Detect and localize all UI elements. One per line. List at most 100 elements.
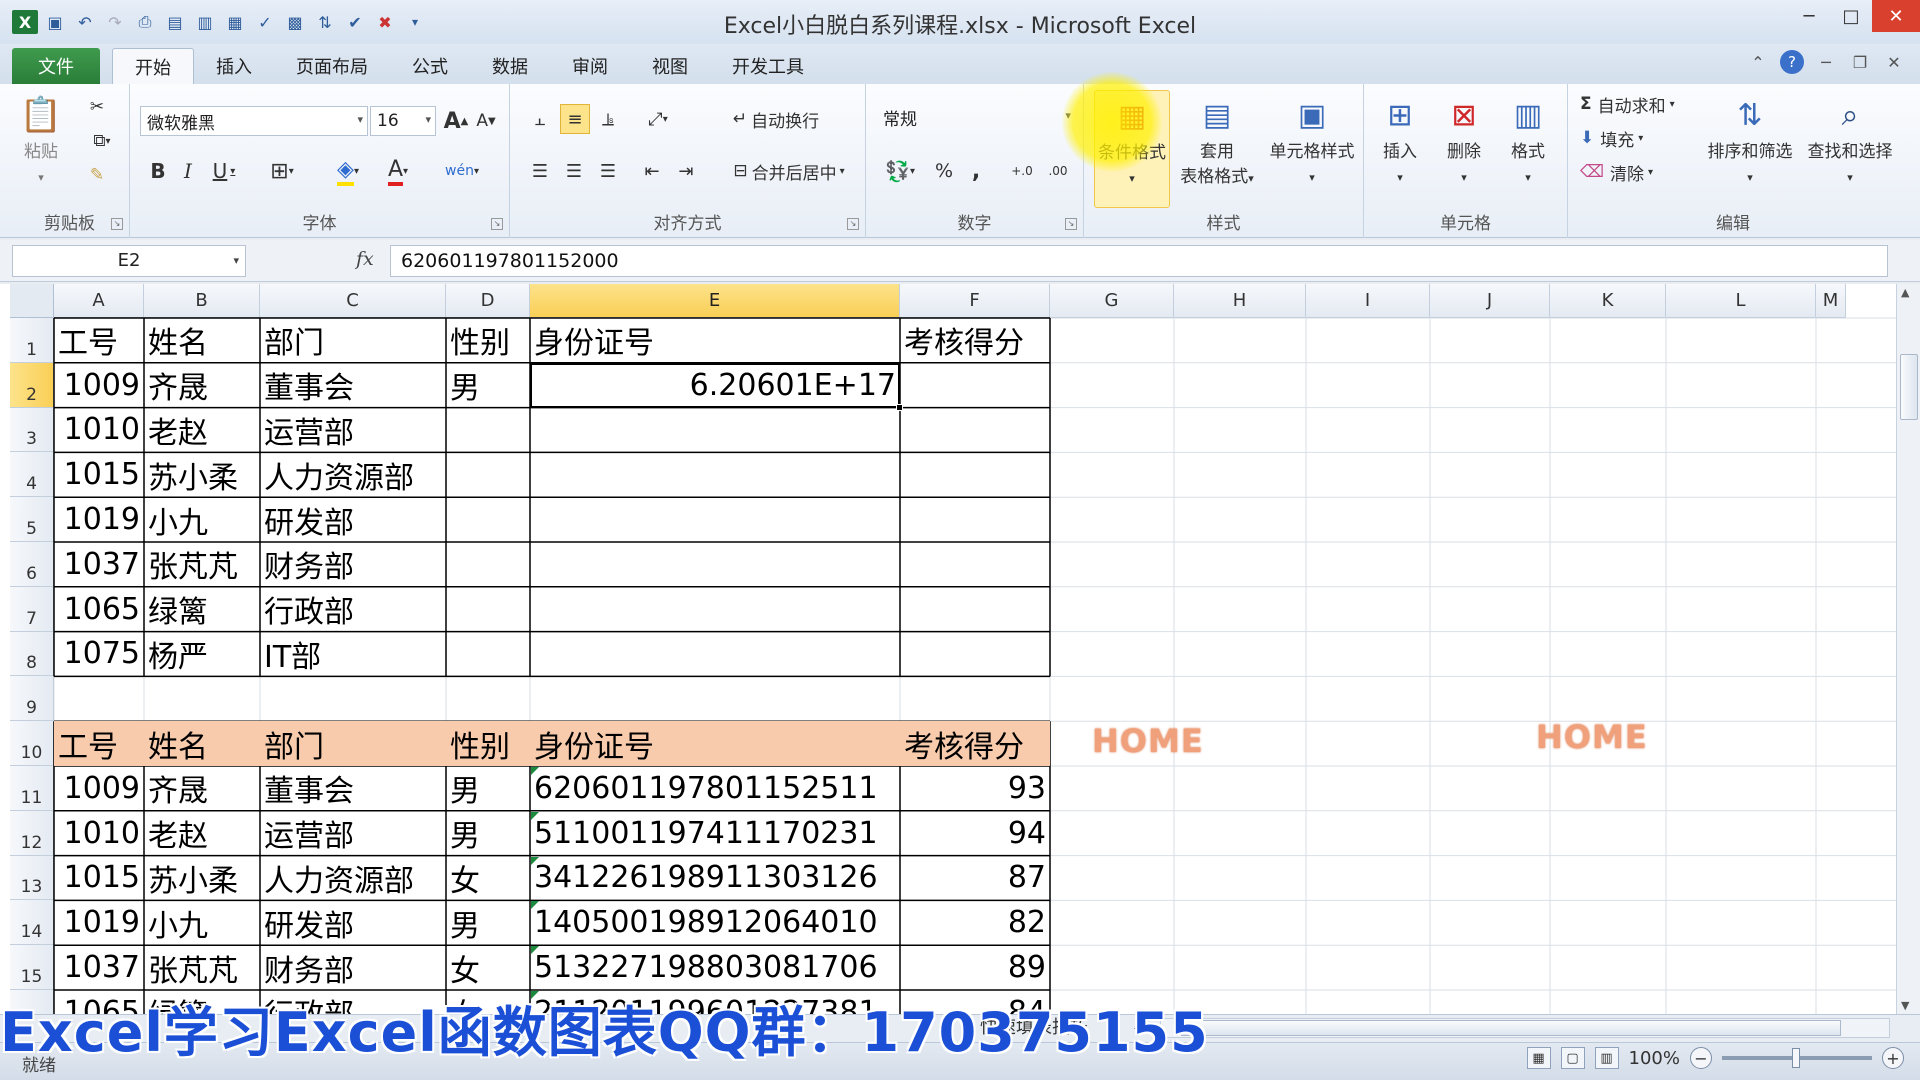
conditional-formatting-button[interactable]: ▦ 条件格式 ▾ xyxy=(1094,90,1170,208)
table-header-cell[interactable]: 考核得分 xyxy=(900,721,1050,766)
font-size-select[interactable]: 16 ▾ xyxy=(370,106,436,136)
table-cell[interactable]: 1037 xyxy=(54,945,144,990)
doc-minimize-icon[interactable]: ─ xyxy=(1814,50,1838,74)
table-cell[interactable]: 1009 xyxy=(54,766,144,811)
table-cell[interactable]: 苏小柔 xyxy=(144,452,260,497)
table-cell[interactable]: 93 xyxy=(900,766,1050,811)
print-icon[interactable]: ▥ xyxy=(192,9,218,35)
table-cell[interactable]: 研发部 xyxy=(260,497,446,542)
align-bottom-icon[interactable]: ⫡ xyxy=(594,104,622,134)
table-cell[interactable]: 女 xyxy=(446,945,530,990)
table-cell[interactable]: 男 xyxy=(446,766,530,811)
formula-input[interactable]: 620601197801152000 xyxy=(390,245,1888,277)
table-cell[interactable]: 89 xyxy=(900,945,1050,990)
customize-qat-icon[interactable]: ▾ xyxy=(402,9,428,35)
print-preview-icon[interactable]: ⎙ xyxy=(132,9,158,35)
table-header-cell[interactable]: 性别 xyxy=(446,721,530,766)
help-icon[interactable]: ? xyxy=(1780,50,1804,74)
table-icon[interactable]: ▩ xyxy=(282,9,308,35)
table-cell[interactable]: 1009 xyxy=(54,363,144,408)
table-cell[interactable] xyxy=(530,452,900,497)
check-icon[interactable]: ✔ xyxy=(342,9,368,35)
table-cell[interactable]: 小九 xyxy=(144,900,260,945)
table-cell[interactable] xyxy=(530,408,900,453)
close-icon[interactable]: ✕ xyxy=(1872,0,1920,32)
table-cell[interactable] xyxy=(900,542,1050,587)
clear-button[interactable]: ⌫ 清除 ▾ xyxy=(1580,158,1680,186)
comma-button[interactable]: , xyxy=(962,156,990,186)
table-cell[interactable]: 341226198911303126 xyxy=(530,856,900,901)
table-cell[interactable]: 财务部 xyxy=(260,945,446,990)
horizontal-scrollbar[interactable] xyxy=(1160,1018,1890,1038)
table-cell[interactable] xyxy=(900,497,1050,542)
table-cell[interactable]: 人力资源部 xyxy=(260,452,446,497)
table-cell[interactable]: 董事会 xyxy=(260,766,446,811)
tab-view[interactable]: 视图 xyxy=(630,48,710,84)
scroll-down-icon[interactable]: ▼ xyxy=(1901,999,1909,1012)
bold-button[interactable]: B xyxy=(144,156,172,186)
vertical-scrollbar[interactable]: ▲ ▼ xyxy=(1896,284,1920,1014)
doc-restore-icon[interactable]: ❐ xyxy=(1848,50,1872,74)
increase-decimal-button[interactable]: +.0 xyxy=(1006,156,1038,186)
table-cell[interactable]: 财务部 xyxy=(260,542,446,587)
zoom-slider-knob[interactable] xyxy=(1792,1048,1800,1068)
table-cell[interactable]: 511001197411170231 xyxy=(530,811,900,856)
table-cell[interactable] xyxy=(446,542,530,587)
horizontal-scroll-thumb[interactable] xyxy=(1181,1020,1841,1036)
table-header-cell[interactable]: 性别 xyxy=(446,318,530,363)
name-box[interactable]: E2 ▾ xyxy=(12,245,246,277)
vertical-scroll-thumb[interactable] xyxy=(1900,354,1918,420)
table-cell[interactable] xyxy=(446,497,530,542)
clear-format-icon[interactable]: ✖ xyxy=(372,9,398,35)
table-cell[interactable]: 行政部 xyxy=(260,587,446,632)
alignment-launcher-icon[interactable]: ↘ xyxy=(847,218,859,230)
table-cell[interactable]: 董事会 xyxy=(260,363,446,408)
table-cell[interactable] xyxy=(446,452,530,497)
table-cell[interactable] xyxy=(446,587,530,632)
font-color-button[interactable]: A ▾ xyxy=(376,156,420,186)
merge-center-button[interactable]: ⊟ 合并后居中 ▾ xyxy=(716,156,862,186)
table-cell[interactable]: 研发部 xyxy=(260,900,446,945)
autosum-button[interactable]: Σ 自动求和 ▾ xyxy=(1580,90,1700,118)
table-cell[interactable] xyxy=(900,632,1050,677)
table-cell[interactable]: 620601197801152511 xyxy=(530,766,900,811)
table-cell[interactable]: 1015 xyxy=(54,452,144,497)
align-center-icon[interactable]: ☰ xyxy=(560,156,588,186)
tab-insert[interactable]: 插入 xyxy=(194,48,274,84)
insert-function-icon[interactable]: fx xyxy=(356,248,374,270)
save-icon[interactable]: ▣ xyxy=(42,9,68,35)
table-cell[interactable]: 1010 xyxy=(54,408,144,453)
table-cell[interactable]: 女 xyxy=(446,856,530,901)
table-cell[interactable]: 男 xyxy=(446,900,530,945)
table-cell[interactable] xyxy=(900,363,1050,408)
cell-styles-button[interactable]: ▣ 单元格样式 ▾ xyxy=(1262,90,1362,190)
shrink-font-button[interactable]: A ▼ xyxy=(472,106,500,136)
paste-button[interactable]: 📋 粘贴 ▾ xyxy=(16,90,66,190)
clipboard-launcher-icon[interactable]: ↘ xyxy=(111,218,123,230)
table-cell[interactable]: 82 xyxy=(900,900,1050,945)
scroll-up-icon[interactable]: ▲ xyxy=(1901,286,1909,299)
table-cell[interactable] xyxy=(446,632,530,677)
fill-handle[interactable] xyxy=(896,403,903,411)
table-cell[interactable]: 运营部 xyxy=(260,811,446,856)
page-layout-view-icon[interactable]: ▢ xyxy=(1560,1047,1585,1069)
number-format-select[interactable]: 常规 ▾ xyxy=(876,102,1076,132)
font-launcher-icon[interactable]: ↘ xyxy=(491,218,503,230)
table-cell[interactable]: 人力资源部 xyxy=(260,856,446,901)
table-cell[interactable]: 1019 xyxy=(54,497,144,542)
tab-file[interactable]: 文件 xyxy=(12,48,100,84)
table-header-cell[interactable]: 工号 xyxy=(54,318,144,363)
table-cell[interactable]: 老赵 xyxy=(144,811,260,856)
align-right-icon[interactable]: ☰ xyxy=(594,156,622,186)
accounting-format-icon[interactable]: 💱 ▾ xyxy=(878,156,922,186)
excel-logo-icon[interactable]: X xyxy=(12,10,38,34)
fill-color-button[interactable]: ◈ ▾ xyxy=(326,156,370,186)
table-cell[interactable] xyxy=(900,452,1050,497)
table-cell[interactable] xyxy=(530,497,900,542)
delete-cells-button[interactable]: ⊠ 删除 ▾ xyxy=(1434,90,1494,190)
copy-icon[interactable]: ⧉ ▾ xyxy=(82,128,122,154)
doc-close-icon[interactable]: ✕ xyxy=(1882,50,1906,74)
table-cell[interactable]: 1065 xyxy=(54,587,144,632)
table-cell[interactable]: 1075 xyxy=(54,632,144,677)
table-cell[interactable]: 1010 xyxy=(54,811,144,856)
